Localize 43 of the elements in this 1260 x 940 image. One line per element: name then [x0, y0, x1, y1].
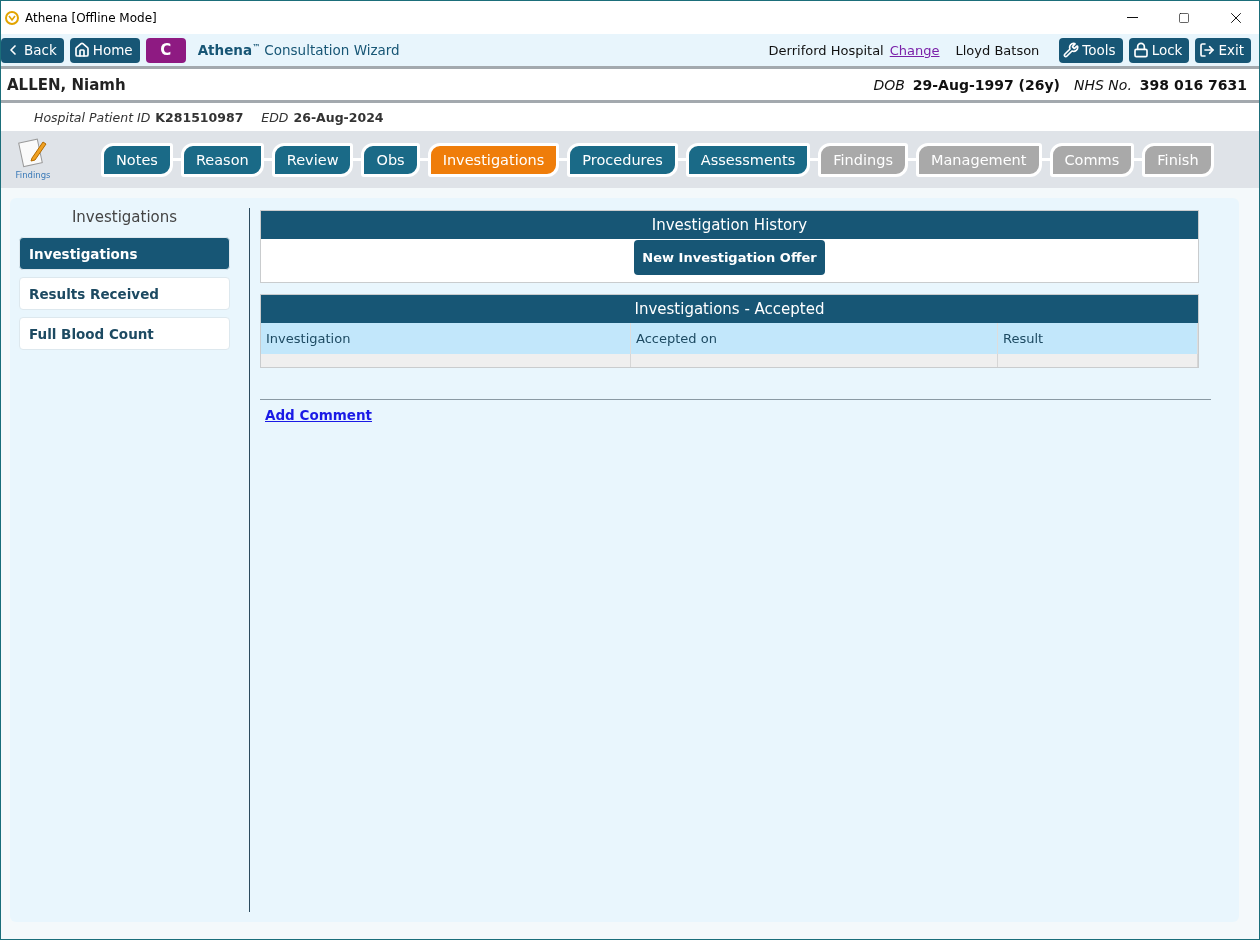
change-link[interactable]: Change: [889, 42, 940, 58]
sidebar-item[interactable]: Investigations: [19, 237, 230, 270]
app-title: Athena$^{™}$ Consultation Wizard: [197, 42, 401, 58]
dob-value: 29-Aug-1997 (26y): [912, 76, 1060, 93]
home-icon: [73, 42, 90, 58]
exit-icon: [1199, 42, 1216, 58]
patient-id-label: Hospital Patient ID: [34, 109, 151, 125]
lock-icon: [1132, 42, 1149, 58]
app-logo-icon: [5, 10, 19, 25]
tools-button[interactable]: Tools: [1059, 37, 1123, 63]
new-offer-button[interactable]: New Investigation Offer: [634, 240, 825, 275]
wizard-step-tab[interactable]: Assessments: [685, 142, 811, 177]
dob-label: DOB: [873, 76, 905, 93]
exit-button[interactable]: Exit: [1195, 37, 1251, 63]
patient-id-value: K281510987: [155, 109, 244, 125]
home-button[interactable]: Home: [69, 37, 140, 63]
findings-shortcut[interactable]: Findings: [11, 135, 55, 184]
lock-button[interactable]: Lock: [1128, 37, 1190, 63]
wizard-step-tab[interactable]: Reason: [180, 142, 264, 177]
sidebar-item[interactable]: Results Received: [19, 277, 230, 310]
notepad-pencil-icon: [18, 135, 48, 168]
patient-name: ALLEN, Niamh: [7, 75, 127, 94]
edd-label: EDD: [261, 109, 289, 125]
hospital-name: Derriford Hospital: [768, 42, 884, 58]
sidebar-item[interactable]: Full Blood Count: [19, 317, 230, 350]
wizard-step-tab[interactable]: Notes: [101, 142, 173, 177]
sidebar-title: Investigations: [71, 208, 178, 226]
wizard-step-tab[interactable]: Review: [271, 142, 354, 177]
minimize-icon: [1126, 17, 1138, 18]
consultation-badge: C: [145, 37, 186, 63]
back-button[interactable]: Back: [1, 37, 64, 63]
wizard-step-tab[interactable]: Procedures: [567, 142, 678, 177]
tools-icon: [1063, 42, 1080, 58]
user-name: Lloyd Batson: [955, 42, 1040, 58]
edd-value: 26-Aug-2024: [293, 109, 384, 125]
nhs-label: NHS No.: [1074, 76, 1132, 93]
add-comment-link[interactable]: Add Comment: [265, 407, 372, 423]
maximize-icon: [1178, 11, 1190, 24]
window-title: Athena [Offline Mode]: [25, 10, 158, 25]
wizard-step-tab[interactable]: Obs: [361, 142, 420, 177]
nhs-value: 398 016 7631: [1139, 76, 1247, 93]
section-header: Investigations - Accepted: [261, 295, 1198, 323]
section-header: Investigation History: [261, 211, 1198, 239]
